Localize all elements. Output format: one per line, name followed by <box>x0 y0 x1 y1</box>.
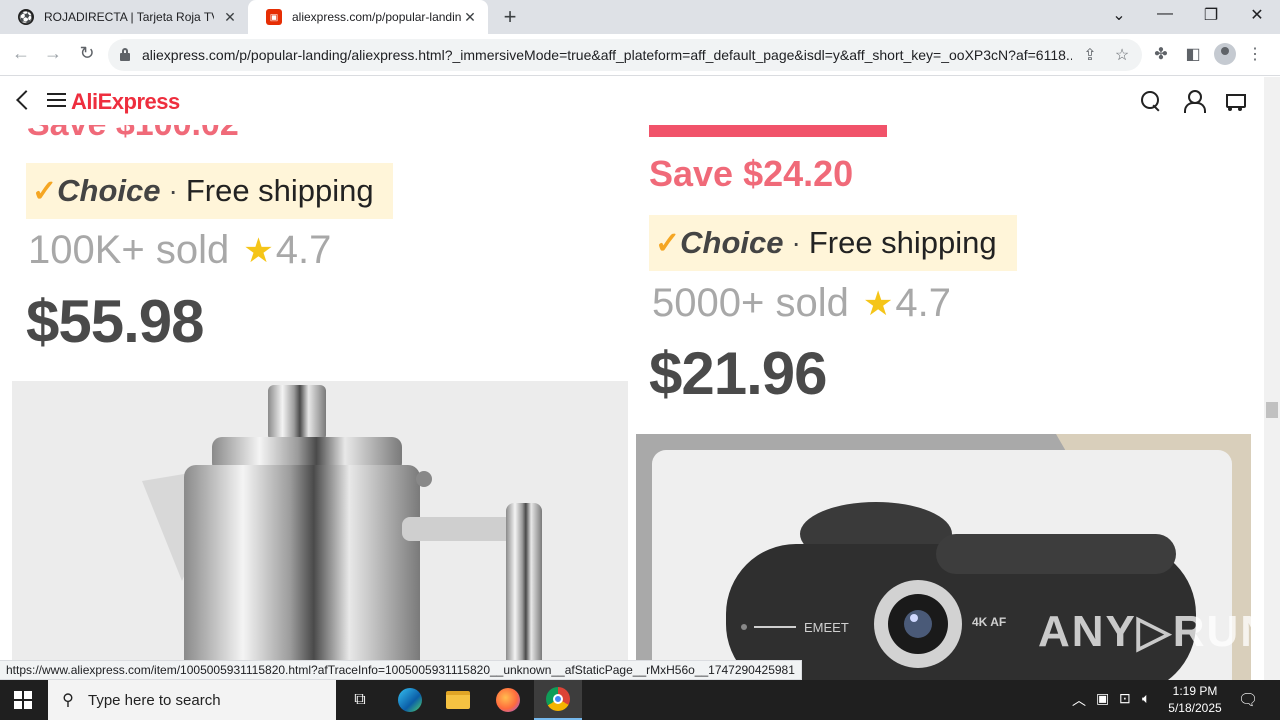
new-tab-button[interactable]: + <box>498 4 522 30</box>
web-page: Save $100.02 Save $24.20 AliExpress ✓ Ch… <box>0 77 1264 680</box>
aliexpress-header: AliExpress <box>0 77 1264 125</box>
product-2-save-text: Save $24.20 <box>649 153 854 194</box>
edge-browser-icon[interactable] <box>386 680 434 720</box>
notifications-icon[interactable]: 🗨︎ <box>1238 690 1258 710</box>
aliexpress-logo[interactable]: AliExpress <box>71 89 180 115</box>
anyrun-watermark: ANY▷RUN <box>1038 607 1264 656</box>
taskbar-search-placeholder: Type here to search <box>88 691 221 709</box>
rating-value: 4.7 <box>275 228 332 272</box>
url-text[interactable]: aliexpress.com/p/popular-landing/aliexpr… <box>142 47 1072 63</box>
reload-icon[interactable]: ↻ <box>76 43 98 64</box>
product-1-sold-rating: 100K+ sold ★ 4.7 <box>28 228 331 273</box>
file-explorer-icon[interactable] <box>434 680 482 720</box>
link-status-bar: https://www.aliexpress.com/item/10050059… <box>0 660 802 680</box>
tab-title: ROJADIRECTA | Tarjeta Roja TV | I <box>44 10 214 24</box>
forward-arrow-icon[interactable]: → <box>42 43 64 64</box>
coffee-percolator-image <box>142 385 542 680</box>
back-arrow-icon[interactable]: ← <box>10 43 32 64</box>
close-tab-icon[interactable]: ✕ <box>462 9 478 26</box>
share-icon[interactable]: ⇪ <box>1080 45 1100 65</box>
close-tab-icon[interactable]: ✕ <box>222 9 238 26</box>
checkmark-icon: ✓ <box>655 226 681 260</box>
network-icon[interactable]: ⊡ <box>1119 690 1131 707</box>
more-menu-icon[interactable]: ⋮ <box>1244 44 1266 64</box>
star-icon: ★ <box>243 231 274 270</box>
sold-count: 100K+ sold <box>28 228 230 272</box>
tab-rojadirecta[interactable]: ⚽ ROJADIRECTA | Tarjeta Roja TV | I ✕ <box>0 0 248 34</box>
choice-label: Choice <box>57 173 161 208</box>
extensions-puzzle-icon[interactable]: ✤ <box>1150 44 1172 64</box>
clock-time: 1:19 PM <box>1172 684 1218 698</box>
system-clock[interactable]: 1:19 PM 5/18/2025 <box>1162 683 1228 717</box>
hamburger-menu-icon[interactable] <box>47 93 66 107</box>
windows-start-icon[interactable] <box>14 691 32 709</box>
star-icon: ★ <box>862 284 894 323</box>
tab-aliexpress[interactable]: ▣ aliexpress.com/p/popular-landin ✕ <box>248 0 488 34</box>
webcam-resolution-label: 4K AF <box>972 615 1006 629</box>
checkmark-icon: ✓ <box>32 174 58 208</box>
address-bar[interactable]: aliexpress.com/p/popular-landing/aliexpr… <box>108 39 1142 71</box>
aliexpress-favicon-icon: ▣ <box>266 9 282 25</box>
free-shipping-label: Free shipping <box>185 173 374 208</box>
search-icon: ⚲ <box>62 692 74 709</box>
browser-toolbar: ← → ↻ aliexpress.com/p/popular-landing/a… <box>0 34 1280 76</box>
side-panel-icon[interactable]: ◧ <box>1182 44 1204 64</box>
product-2-sold-rating: 5000+ sold ★ 4.7 <box>652 281 951 326</box>
separator-dot: · <box>168 175 178 206</box>
account-icon[interactable] <box>1182 89 1206 113</box>
restore-button[interactable]: ❐ <box>1201 5 1221 25</box>
clock-date: 5/18/2025 <box>1168 701 1222 715</box>
cart-icon[interactable] <box>1224 89 1248 113</box>
product-1-choice-badge: ✓ Choice · Free shipping <box>26 163 393 219</box>
rating-value: 4.7 <box>895 281 951 325</box>
free-shipping-label: Free shipping <box>808 225 997 260</box>
webcam-brand-label: EMEET <box>804 620 849 635</box>
page-scrollbar[interactable] <box>1264 77 1280 680</box>
chrome-icon[interactable] <box>534 680 582 720</box>
separator-dot: · <box>791 227 801 258</box>
product-2-price[interactable]: $21.96 <box>649 339 828 408</box>
product-1-image[interactable] <box>12 381 628 680</box>
volume-icon[interactable]: 🔈︎ <box>1142 690 1150 707</box>
tab-search-icon[interactable]: ⌄ <box>1109 5 1129 25</box>
product-2-promo-banner <box>649 123 887 137</box>
back-icon[interactable] <box>14 89 32 111</box>
product-1-price[interactable]: $55.98 <box>26 287 205 356</box>
meet-now-icon[interactable]: ▣ <box>1096 690 1109 707</box>
firefox-icon[interactable] <box>484 680 532 720</box>
minimize-button[interactable]: — <box>1155 5 1175 23</box>
soccer-ball-icon: ⚽ <box>18 9 34 25</box>
tab-strip: ⚽ ROJADIRECTA | Tarjeta Roja TV | I ✕ ▣ … <box>0 0 1280 34</box>
scrollbar-thumb[interactable] <box>1266 402 1278 418</box>
tab-title: aliexpress.com/p/popular-landin <box>292 10 462 24</box>
task-view-icon[interactable]: ⧉ <box>336 680 384 720</box>
search-icon[interactable] <box>1139 89 1163 113</box>
lock-icon <box>120 48 130 61</box>
close-window-button[interactable]: ✕ <box>1247 5 1267 25</box>
product-2-choice-badge: ✓ Choice · Free shipping <box>649 215 1017 271</box>
taskbar-search-box[interactable]: ⚲ Type here to search <box>48 680 336 720</box>
sold-count: 5000+ sold <box>652 281 849 325</box>
choice-label: Choice <box>680 225 784 260</box>
bookmark-star-icon[interactable]: ☆ <box>1112 45 1132 65</box>
windows-taskbar: ⚲ Type here to search ⧉ ︿ ▣ ⊡ 🔈︎ 1:19 PM… <box>0 680 1280 720</box>
profile-avatar[interactable] <box>1214 43 1236 65</box>
show-hidden-icons-icon[interactable]: ︿ <box>1072 690 1086 710</box>
